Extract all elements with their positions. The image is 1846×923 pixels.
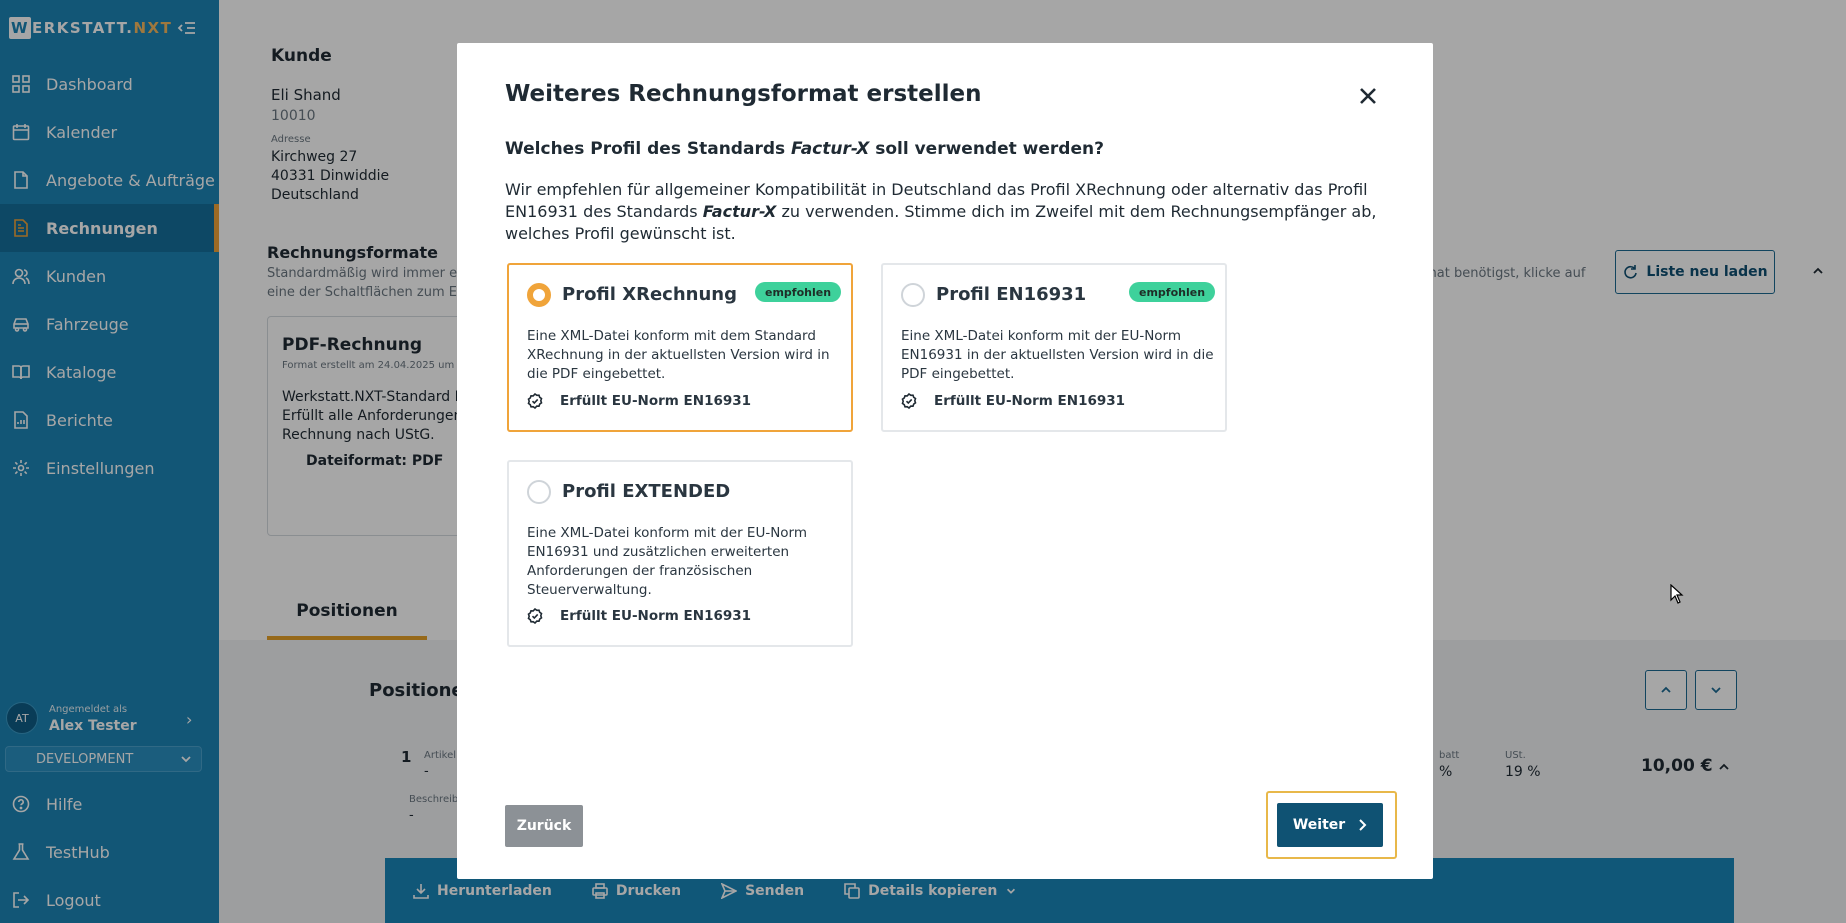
close-button[interactable] [1353, 81, 1383, 111]
option-description: Eine XML-Datei konform mit der EU-Norm E… [901, 328, 1214, 382]
mouse-cursor-icon [1670, 584, 1684, 604]
radio-extended[interactable] [527, 480, 551, 504]
profile-question: Welches Profil des Standards Factur-X so… [505, 139, 1104, 159]
radio-en16931[interactable] [901, 283, 925, 307]
chevron-right-icon [1359, 819, 1367, 831]
dialog-title: Weiteres Rechnungsformat erstellen [505, 81, 982, 107]
next-button[interactable]: Weiter [1277, 803, 1383, 847]
profile-option-extended[interactable]: Profil EXTENDED Eine XML-Datei konform m… [507, 460, 853, 647]
profile-option-en16931[interactable]: Profil EN16931 empfohlen Eine XML-Datei … [881, 263, 1227, 432]
profile-recommendation: Wir empfehlen für allgemeiner Kompatibil… [505, 180, 1377, 243]
option-description: Eine XML-Datei konform mit dem Standard … [527, 328, 830, 382]
check-badge-icon [527, 608, 543, 624]
back-button[interactable]: Zurück [505, 805, 583, 847]
recommended-badge: empfohlen [755, 282, 842, 302]
option-title: Profil EXTENDED [562, 481, 731, 502]
close-icon [1360, 88, 1376, 104]
radio-xrechnung[interactable] [527, 283, 551, 307]
option-norm: Erfüllt EU-Norm EN16931 [527, 608, 751, 624]
check-badge-icon [901, 393, 917, 409]
option-description: Eine XML-Datei konform mit der EU-Norm E… [527, 525, 808, 598]
profile-option-xrechnung[interactable]: Profil XRechnung empfohlen Eine XML-Date… [507, 263, 853, 432]
option-title: Profil EN16931 [936, 284, 1087, 305]
create-format-dialog: Weiteres Rechnungsformat erstellen Welch… [457, 43, 1433, 879]
recommended-badge: empfohlen [1129, 282, 1216, 302]
check-badge-icon [527, 393, 543, 409]
option-title: Profil XRechnung [562, 284, 737, 305]
next-label: Weiter [1292, 817, 1346, 833]
option-norm: Erfüllt EU-Norm EN16931 [527, 393, 751, 409]
option-norm: Erfüllt EU-Norm EN16931 [901, 393, 1125, 409]
